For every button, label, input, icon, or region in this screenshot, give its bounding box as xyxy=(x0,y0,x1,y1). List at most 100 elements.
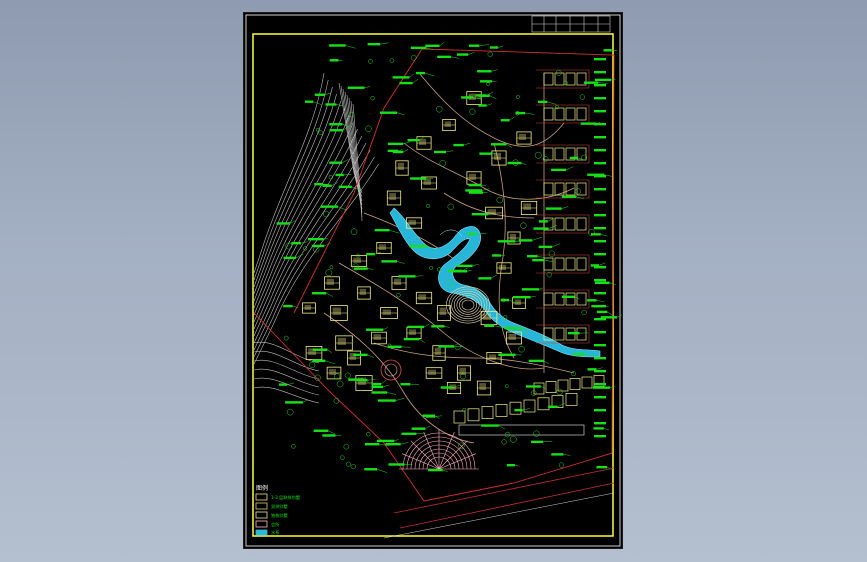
dimension-label xyxy=(531,440,544,444)
tree-symbol xyxy=(534,151,542,159)
dimension-label xyxy=(305,100,314,103)
leader-line xyxy=(336,104,345,107)
dimension-label xyxy=(521,288,539,291)
legend-item: 独栋别墅 xyxy=(255,511,288,519)
road-centerline xyxy=(403,142,575,200)
dimension-label xyxy=(537,100,548,104)
dimension-label xyxy=(329,129,343,132)
dimension-label xyxy=(596,465,608,469)
leader-line xyxy=(400,442,409,445)
tree-symbol xyxy=(548,250,556,257)
leader-line xyxy=(287,382,295,385)
contour-line xyxy=(338,82,363,194)
dimension-label xyxy=(325,103,337,106)
legend-label: 双拼别墅 xyxy=(271,503,288,510)
legend-label: 会所 xyxy=(271,521,279,528)
leader-line xyxy=(479,44,489,46)
tree-symbol xyxy=(370,96,375,101)
villa-core xyxy=(523,203,531,210)
leader-line xyxy=(396,261,405,264)
leader-line xyxy=(382,384,390,388)
townhouse-unit xyxy=(557,379,569,392)
dimension-label xyxy=(374,228,390,232)
dimension-label xyxy=(594,188,606,191)
tree-symbol xyxy=(533,430,540,437)
villa-core xyxy=(444,121,451,127)
tree-symbol xyxy=(575,188,581,195)
dimension-label xyxy=(431,325,445,328)
dimension-label xyxy=(580,122,597,125)
leader-line xyxy=(386,392,397,395)
leader-line xyxy=(547,101,557,105)
tree-symbol xyxy=(516,95,520,99)
leader-line xyxy=(415,275,423,277)
tree-symbol xyxy=(350,464,356,470)
dimension-label xyxy=(467,232,477,236)
dimension-label xyxy=(407,138,420,142)
townhouse-unit xyxy=(576,182,587,196)
leader-line xyxy=(328,430,336,435)
townhouse-unit xyxy=(543,147,554,161)
dimension-label xyxy=(594,162,606,165)
tree-symbol xyxy=(283,335,289,341)
dimension-label xyxy=(583,81,599,84)
dimension-label xyxy=(587,299,597,302)
dimension-label xyxy=(279,383,288,386)
dimension-label xyxy=(551,453,564,456)
tree-symbol xyxy=(368,58,373,64)
dimension-label xyxy=(371,385,384,389)
dimension-label xyxy=(353,353,368,357)
dimension-label xyxy=(500,119,510,122)
dimension-label xyxy=(276,222,290,225)
leader-line xyxy=(607,311,613,316)
tree-symbol xyxy=(555,105,560,110)
townhouse-unit xyxy=(565,292,576,306)
tree-symbol xyxy=(285,242,293,250)
dimension-label xyxy=(354,267,368,270)
contour-line xyxy=(253,359,320,380)
villa-core xyxy=(378,244,386,250)
dimension-label xyxy=(592,386,611,389)
villa-core xyxy=(389,193,396,200)
dimension-label xyxy=(335,173,344,177)
dimension-label xyxy=(490,143,507,146)
dimension-label xyxy=(385,443,401,446)
dimension-label xyxy=(594,305,606,308)
townhouse-unit xyxy=(581,376,593,389)
dimension-label xyxy=(364,468,378,471)
tree-symbol xyxy=(429,265,434,270)
legend-label: 1-3 层联排别墅 xyxy=(271,494,300,501)
townhouse-unit xyxy=(576,107,587,121)
townhouse-unit xyxy=(543,107,554,121)
leader-line xyxy=(521,162,527,165)
villa-core xyxy=(483,313,491,320)
dimension-label xyxy=(366,328,384,331)
dimension-label xyxy=(371,382,382,386)
townhouse-unit xyxy=(565,217,576,231)
leader-line xyxy=(543,440,553,443)
dimension-label xyxy=(399,81,413,85)
leader-line xyxy=(450,56,460,59)
dimension-label xyxy=(398,275,416,278)
dimension-label xyxy=(392,76,410,79)
leader-line xyxy=(514,464,520,467)
tree-symbol xyxy=(504,431,511,438)
villa-core xyxy=(439,307,446,315)
leader-line xyxy=(468,52,475,55)
tree-symbol xyxy=(426,204,431,209)
dimension-label xyxy=(569,156,579,160)
dimension-label xyxy=(313,429,329,432)
villa-core xyxy=(332,307,341,315)
dimension-label xyxy=(594,97,606,100)
dimension-label xyxy=(594,253,606,256)
leader-line xyxy=(424,72,435,77)
contour-line xyxy=(342,88,363,202)
leader-line xyxy=(380,379,387,385)
tree-symbol xyxy=(435,105,443,113)
dimension-label xyxy=(518,239,533,242)
leader-line xyxy=(383,327,388,330)
dimension-label xyxy=(594,318,606,321)
dimension-label xyxy=(367,43,381,46)
legend-item: 水系 xyxy=(255,529,279,536)
dimension-label xyxy=(400,383,411,386)
